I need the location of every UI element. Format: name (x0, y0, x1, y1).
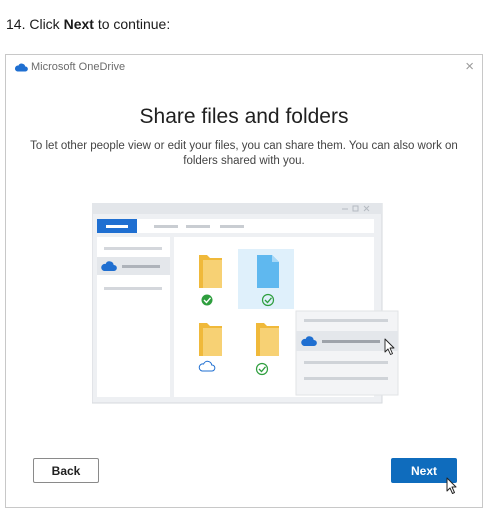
window-title: Microsoft OneDrive (31, 61, 126, 73)
share-menu (295, 310, 399, 396)
folder-icon (256, 323, 279, 356)
folder-icon (199, 255, 222, 288)
dialog-description: To let other people view or edit your fi… (30, 140, 458, 167)
instruction-prefix: 14. Click (6, 16, 64, 32)
share-illustration (92, 203, 399, 404)
instruction-suffix: to continue: (93, 16, 171, 32)
instruction-bold: Next (63, 16, 94, 32)
title-bar: Microsoft OneDrive × (6, 55, 482, 81)
dialog-heading: Share files and folders (139, 105, 349, 128)
onedrive-dialog: Microsoft OneDrive × Share files and fol… (5, 54, 483, 508)
folder-icon (199, 323, 222, 356)
back-button[interactable]: Back (33, 458, 99, 483)
file-icon (257, 255, 279, 288)
onedrive-cloud-icon (14, 63, 28, 72)
instruction-text: 14. Click Next to continue: (6, 16, 170, 32)
close-icon[interactable]: × (465, 58, 474, 76)
check-icon (201, 294, 213, 306)
mouse-cursor-icon (446, 477, 457, 494)
